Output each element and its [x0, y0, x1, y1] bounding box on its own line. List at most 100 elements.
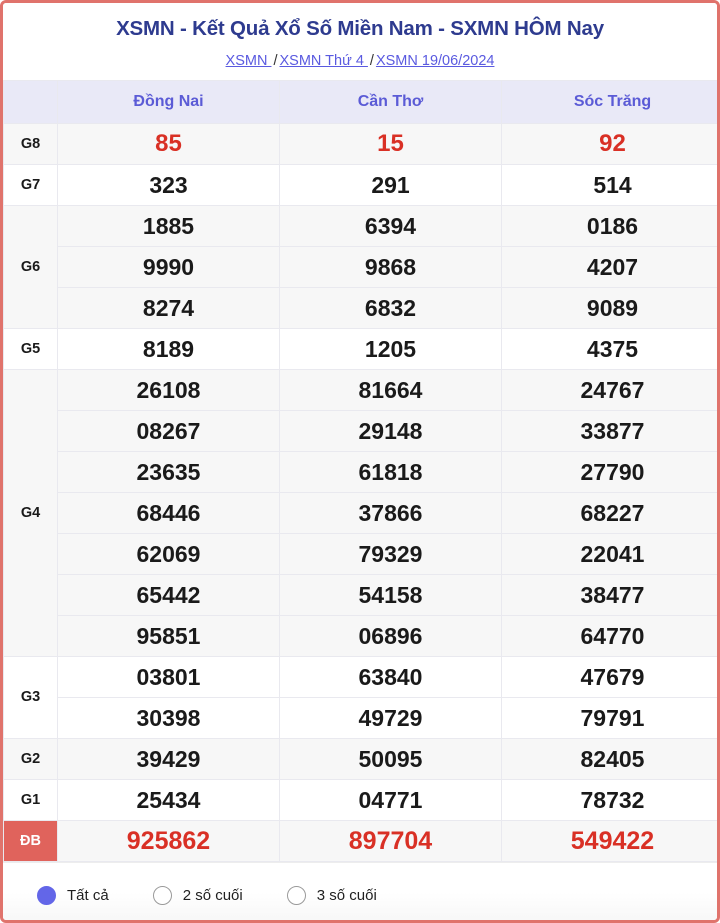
- result-G6-Cần Thơ: 6394: [279, 204, 502, 247]
- result-G5-Sóc Trăng: 4375: [501, 327, 717, 370]
- result-G6-Cần Thơ: 6832: [279, 286, 502, 329]
- table-row: G5 8189 1205 4375: [3, 327, 717, 370]
- prize-label-G1: G1: [3, 778, 58, 821]
- radio-selected-icon[interactable]: [37, 886, 56, 906]
- filter-option-0[interactable]: Tất cả: [37, 886, 109, 906]
- result-G3-Cần Thơ: 49729: [279, 696, 502, 739]
- result-G8-Cần Thơ: 15: [279, 122, 502, 165]
- result-G2-Cần Thơ: 50095: [279, 737, 502, 780]
- filter-options-bar: Tất cả 2 số cuối 3 số cuối: [3, 861, 717, 920]
- province-header-0: Đồng Nai: [57, 79, 280, 124]
- table-row: G1 25434 04771 78732: [3, 778, 717, 821]
- filter-option-1[interactable]: 2 số cuối: [152, 886, 243, 906]
- result-G4-Cần Thơ: 54158: [279, 573, 502, 616]
- table-row: G3 03801 63840 47679: [3, 655, 717, 739]
- lottery-results-card: XSMN - Kết Quả Xổ Số Miền Nam - SXMN HÔM…: [0, 0, 720, 923]
- breadcrumb-separator-2: /: [369, 52, 374, 69]
- result-G1-Cần Thơ: 04771: [279, 778, 502, 821]
- table-row: 08267 29148 33877: [4, 409, 717, 452]
- result-G4-Cần Thơ: 81664: [279, 368, 502, 411]
- prize-label-G2: G2: [3, 737, 58, 780]
- result-G4-Sóc Trăng: 38477: [501, 573, 717, 616]
- result-ĐB-Sóc Trăng: 549422: [501, 819, 717, 862]
- results-table-wrapper: Đồng Nai Cần Thơ Sóc Trăng G8 85 15 92 G7 323…: [3, 79, 717, 862]
- radio-unselected-icon[interactable]: [152, 886, 172, 906]
- result-G7-Đồng Nai: 323: [57, 163, 280, 206]
- prize-label-G3: G3: [3, 655, 58, 739]
- page-title: XSMN - Kết Quả Xổ Số Miền Nam - SXMN HÔM…: [116, 17, 604, 40]
- card-header: XSMN - Kết Quả Xổ Số Miền Nam - SXMN HÔM…: [3, 3, 717, 80]
- result-G7-Sóc Trăng: 514: [501, 163, 717, 206]
- result-G4-Đồng Nai: 65442: [57, 573, 280, 616]
- result-G3-Đồng Nai: 03801: [57, 655, 280, 698]
- result-G4-Đồng Nai: 23635: [57, 450, 280, 493]
- breadcrumb-separator-1: /: [273, 52, 278, 69]
- table-head: Đồng Nai Cần Thơ Sóc Trăng: [3, 79, 717, 124]
- table-body: G8 85 15 92 G7 323 291 514 G6 1885 6394 0186 9990 986…: [3, 122, 717, 862]
- prize-label-G7: G7: [3, 163, 58, 206]
- prize-label-G8: G8: [3, 122, 58, 165]
- province-header-row: Đồng Nai Cần Thơ Sóc Trăng: [3, 79, 717, 124]
- result-G6-Sóc Trăng: 9089: [501, 286, 717, 329]
- radio-unselected-icon[interactable]: [286, 886, 306, 906]
- result-G5-Cần Thơ: 1205: [279, 327, 502, 370]
- result-G8-Sóc Trăng: 92: [501, 122, 717, 165]
- result-G6-Sóc Trăng: 4207: [501, 245, 717, 288]
- result-G4-Sóc Trăng: 33877: [501, 409, 717, 452]
- breadcrumb-link-2[interactable]: XSMN Thứ 4: [280, 53, 368, 69]
- table-row: ĐB 925862 897704 549422: [3, 819, 717, 862]
- table-row: 30398 49729 79791: [4, 696, 717, 739]
- result-G3-Sóc Trăng: 79791: [501, 696, 717, 739]
- table-row: 95851 06896 64770: [4, 614, 717, 657]
- filter-option-2[interactable]: 3 số cuối: [286, 886, 377, 906]
- table-row: G4 26108 81664 24767: [3, 368, 717, 657]
- breadcrumb-link-1[interactable]: XSMN: [226, 53, 272, 69]
- result-G3-Sóc Trăng: 47679: [501, 655, 717, 698]
- filter-option-label: 2 số cuối: [182, 887, 243, 905]
- result-G1-Sóc Trăng: 78732: [501, 778, 717, 821]
- result-G2-Sóc Trăng: 82405: [501, 737, 717, 780]
- result-G6-Đồng Nai: 8274: [57, 286, 280, 329]
- result-G4-Sóc Trăng: 64770: [501, 614, 717, 657]
- table-row: G2 39429 50095 82405: [3, 737, 717, 780]
- result-G7-Cần Thơ: 291: [279, 163, 502, 206]
- result-G4-Sóc Trăng: 27790: [501, 450, 717, 493]
- result-G8-Đồng Nai: 85: [57, 122, 280, 165]
- table-row: 23635 61818 27790: [4, 450, 717, 493]
- results-table: Đồng Nai Cần Thơ Sóc Trăng G8 85 15 92 G7 323…: [3, 79, 717, 862]
- result-G4-Sóc Trăng: 68227: [501, 491, 717, 534]
- result-G6-Đồng Nai: 9990: [57, 245, 280, 288]
- result-G4-Cần Thơ: 61818: [279, 450, 502, 493]
- province-header-2: Sóc Trăng: [501, 79, 717, 124]
- table-row: 68446 37866 68227: [4, 491, 717, 534]
- result-ĐB-Cần Thơ: 897704: [279, 819, 502, 862]
- filter-option-label: Tất cả: [67, 887, 109, 905]
- result-G1-Đồng Nai: 25434: [57, 778, 280, 821]
- table-row: 9990 9868 4207: [4, 245, 717, 288]
- table-row: 62069 79329 22041: [4, 532, 717, 575]
- result-G3-Đồng Nai: 30398: [57, 696, 280, 739]
- breadcrumb: XSMN / XSMN Thứ 4 /XSMN 19/06/2024: [13, 53, 707, 70]
- corner-cell: [3, 79, 58, 124]
- table-row: 65442 54158 38477: [4, 573, 717, 616]
- result-G4-Đồng Nai: 62069: [57, 532, 280, 575]
- result-G5-Đồng Nai: 8189: [57, 327, 280, 370]
- result-G4-Đồng Nai: 95851: [57, 614, 280, 657]
- result-G3-Cần Thơ: 63840: [279, 655, 502, 698]
- result-G4-Đồng Nai: 08267: [57, 409, 280, 452]
- breadcrumb-link-3[interactable]: XSMN 19/06/2024: [376, 53, 495, 69]
- prize-label-G5: G5: [3, 327, 58, 370]
- prize-label-ĐB: ĐB: [3, 819, 58, 862]
- table-row: 8274 6832 9089: [4, 286, 717, 329]
- prize-label-G6: G6: [3, 204, 58, 329]
- result-G2-Đồng Nai: 39429: [57, 737, 280, 780]
- result-G6-Sóc Trăng: 0186: [501, 204, 717, 247]
- result-G4-Cần Thơ: 06896: [279, 614, 502, 657]
- province-header-1: Cần Thơ: [279, 79, 502, 124]
- result-G4-Sóc Trăng: 24767: [501, 368, 717, 411]
- result-ĐB-Đồng Nai: 925862: [57, 819, 280, 862]
- table-row: G7 323 291 514: [3, 163, 717, 206]
- result-G4-Cần Thơ: 29148: [279, 409, 502, 452]
- result-G4-Cần Thơ: 79329: [279, 532, 502, 575]
- result-G4-Đồng Nai: 68446: [57, 491, 280, 534]
